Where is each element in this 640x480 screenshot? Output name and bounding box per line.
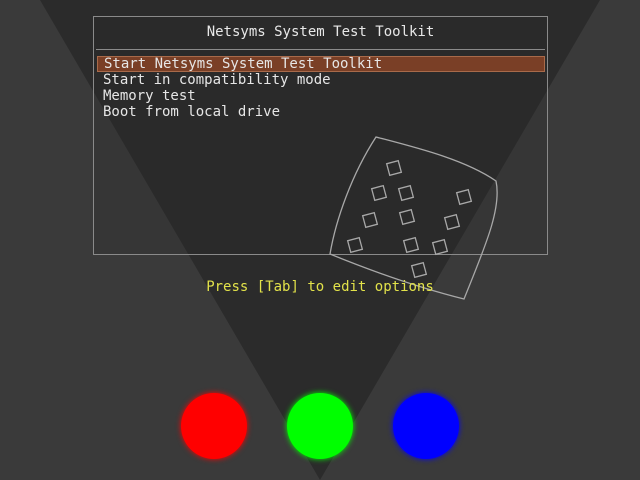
title-divider	[96, 49, 545, 50]
red-light	[181, 393, 247, 459]
boot-options-list: Start Netsyms System Test Toolkit Start …	[97, 56, 545, 120]
menu-item-start-toolkit[interactable]: Start Netsyms System Test Toolkit	[97, 56, 545, 72]
edit-options-hint: Press [Tab] to edit options	[206, 279, 434, 295]
menu-title: Netsyms System Test Toolkit	[206, 24, 435, 40]
boot-menu: Netsyms System Test Toolkit Start Netsym…	[93, 16, 548, 300]
green-light	[287, 393, 353, 459]
menu-item-compatibility-mode[interactable]: Start in compatibility mode	[97, 72, 545, 88]
blue-light	[393, 393, 459, 459]
menu-item-memory-test[interactable]: Memory test	[97, 88, 545, 104]
boot-screen: Netsyms System Test Toolkit Start Netsym…	[0, 0, 640, 480]
menu-item-boot-local-drive[interactable]: Boot from local drive	[97, 104, 545, 120]
